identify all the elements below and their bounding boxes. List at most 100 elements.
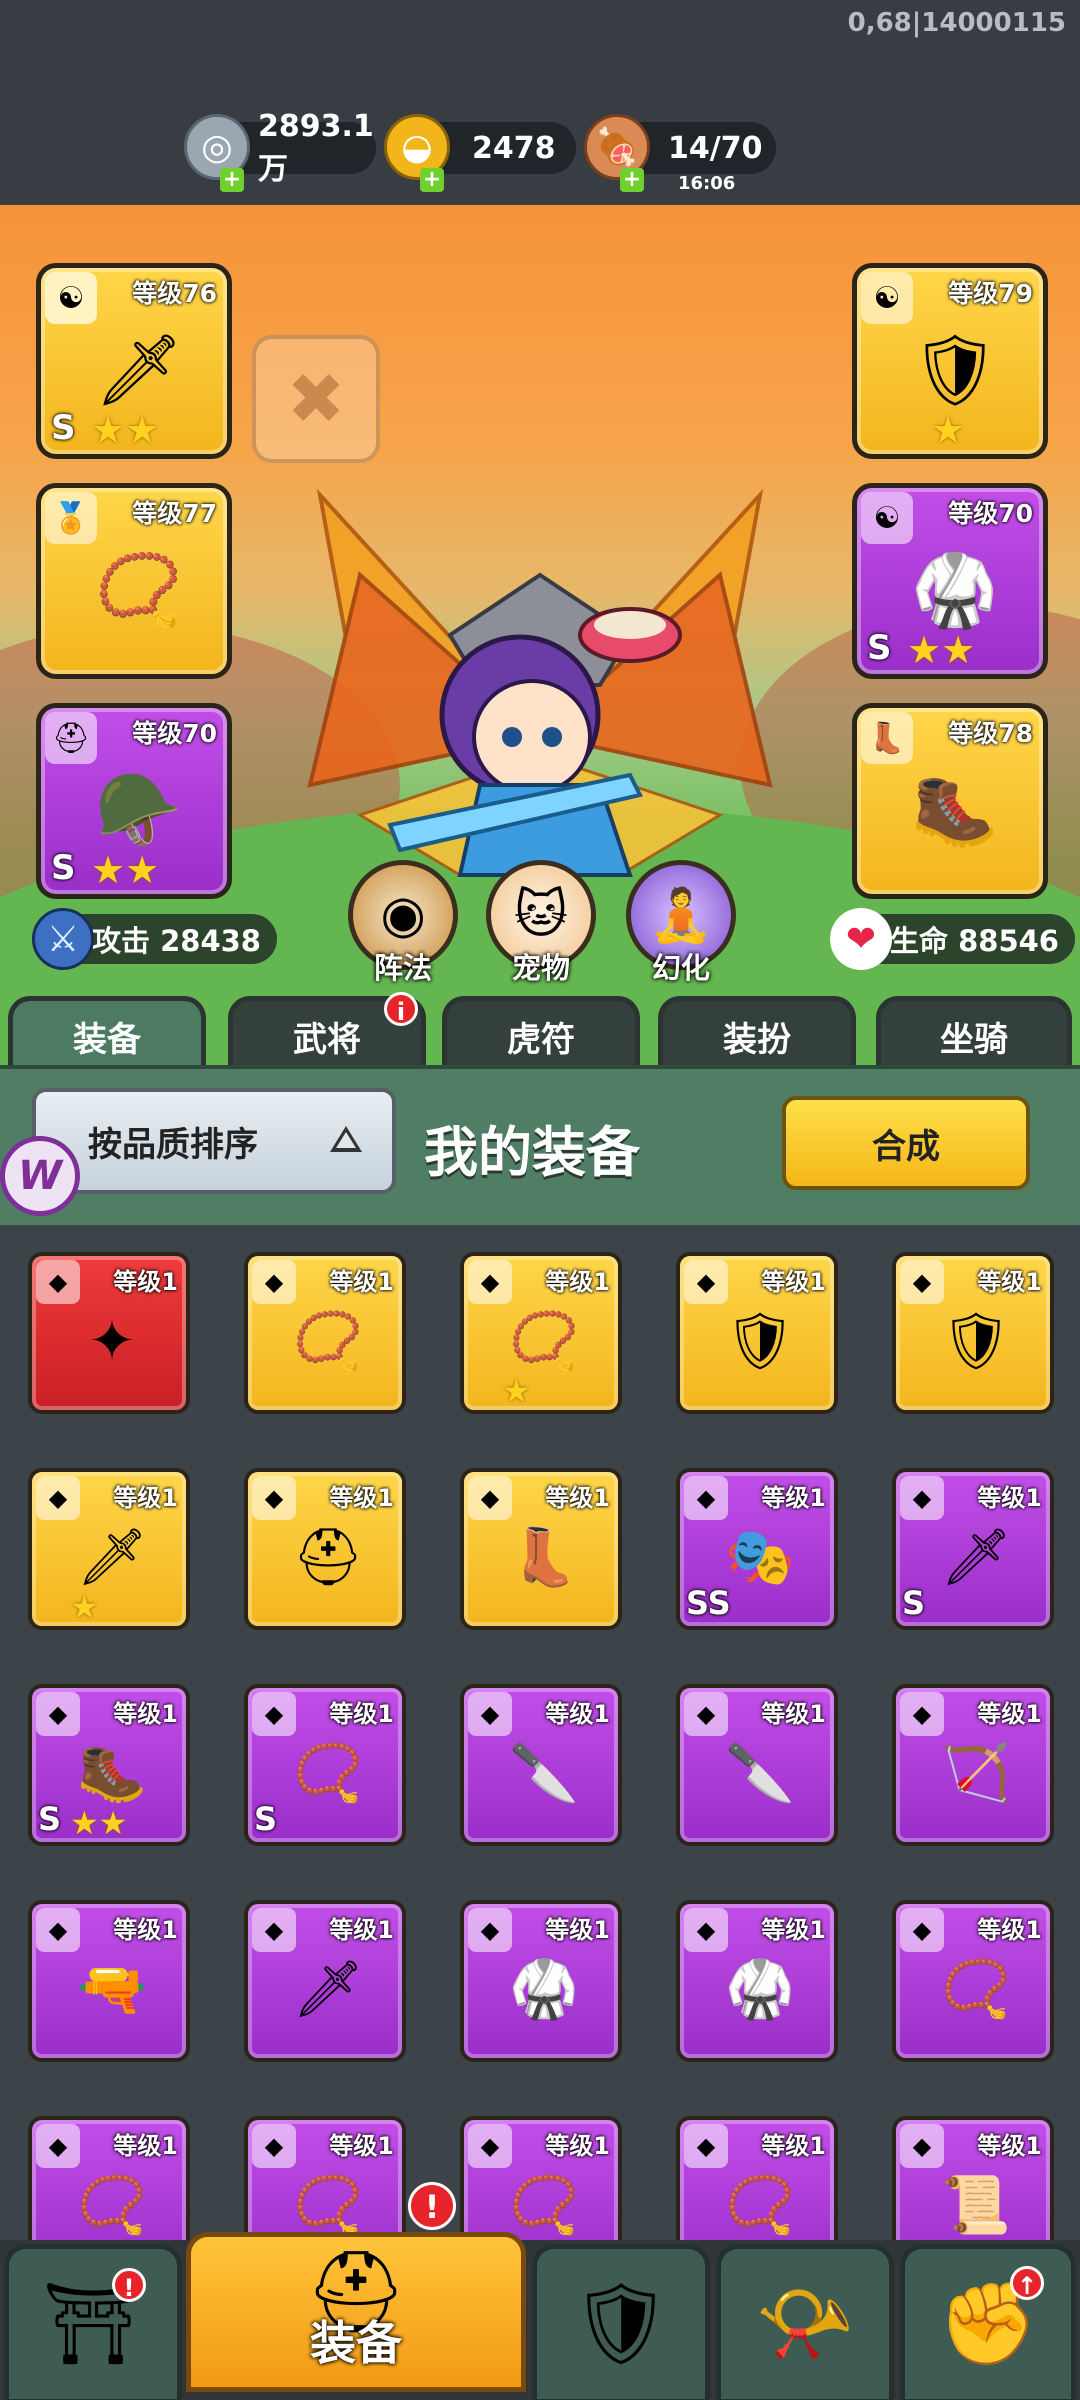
item-art-icon: 🛡 (724, 1309, 796, 1374)
inventory-item[interactable]: ◆ 等级1 📿 ★ (460, 1252, 622, 1414)
inventory-item[interactable]: ◆ 等级1 📿 (892, 1900, 1054, 2062)
inventory-item[interactable]: ◆ 等级1 🥋 (676, 1900, 838, 2062)
slot-grade: S (51, 408, 76, 448)
inventory-item[interactable]: ◆ 等级1 🛡 (892, 1252, 1054, 1414)
inventory-item[interactable]: ◆ 等级1 🔪 (676, 1684, 838, 1846)
tab-mount[interactable]: 坐骑 (876, 996, 1072, 1072)
tab-outfit[interactable]: 装扮 (658, 996, 856, 1072)
inventory-item[interactable]: ◆ 等级1 🥋 (460, 1900, 622, 2062)
inventory-item[interactable]: ◆ 等级1 🗡 (244, 1900, 406, 2062)
inventory-item[interactable]: ◆ 等级1 🗡 S (892, 1468, 1054, 1630)
equipment-nav-badge: ! (408, 2182, 456, 2230)
tab-tiger-tally[interactable]: 虎符 (442, 996, 640, 1072)
inventory-item[interactable]: ◆ 等级1 👢 (460, 1468, 622, 1630)
silver-resource[interactable]: ◎ 2893.1万 + (184, 109, 376, 192)
equip-slot-amulet[interactable]: 🏅 等级77 📿 (36, 483, 232, 679)
generals-badge: i (384, 992, 418, 1026)
nav-equipment[interactable]: ⛑ 装备 (186, 2232, 526, 2392)
slot-level: 等级78 (948, 719, 1033, 748)
inventory-item[interactable]: ◆ 等级1 ✦ (28, 1252, 190, 1414)
inventory-item[interactable]: ◆ 等级1 🥾 S ★★ (28, 1684, 190, 1846)
inventory-item[interactable]: ◆ 等级1 🗡 ★ (28, 1468, 190, 1630)
hp-stat: ❤ 生命 88546 (830, 908, 1075, 970)
item-level: 等级1 (761, 2132, 826, 2160)
item-level: 等级1 (113, 2132, 178, 2160)
boots-icon: 🥾 (911, 768, 999, 851)
stamina-timer: 16:06 (678, 173, 736, 194)
item-art-icon: 📿 (941, 1957, 1011, 2022)
sort-dropdown[interactable]: 按品质排序 (32, 1088, 396, 1194)
item-level: 等级1 (329, 2132, 394, 2160)
item-art-icon: ✦ (88, 1308, 136, 1374)
synthesize-button[interactable]: 合成 (782, 1096, 1030, 1190)
item-art-icon: 📿 (77, 2173, 147, 2238)
panel-title: 我的装备 (424, 1121, 640, 1184)
w-logo-icon[interactable]: W (0, 1136, 80, 1216)
slot-level: 等级77 (132, 499, 217, 528)
pet-cat-icon: 🐱 (513, 885, 569, 945)
top-bar: 0,68|14000115 ◎ 2893.1万 + ◒ 2478 + 🍖 14/… (0, 0, 1080, 205)
inventory-item[interactable]: ◆ 等级1 📿 (244, 1252, 406, 1414)
attack-value: 攻击 28438 (92, 924, 261, 958)
nav-horn[interactable]: 📯 (716, 2244, 894, 2400)
inventory-item[interactable]: ◆ 等级1 🛡 (676, 1252, 838, 1414)
inventory-item[interactable]: ◆ 等级1 📿 S (244, 1684, 406, 1846)
locked-slot[interactable]: ✖ (252, 335, 380, 463)
equip-slot-helmet[interactable]: ⛑ 等级70 🪖 S ★★ (36, 703, 232, 899)
nav-battle[interactable]: 🛡 (532, 2244, 710, 2400)
item-level: 等级1 (761, 1484, 826, 1512)
item-art-icon: 🗡 (292, 1957, 364, 2022)
boot-type-icon: 👢 (861, 712, 913, 764)
item-art-icon: 🛡 (940, 1309, 1012, 1374)
item-grade: S (38, 1800, 62, 1838)
item-level: 等级1 (761, 1268, 826, 1296)
item-level: 等级1 (329, 1916, 394, 1944)
inventory-item[interactable]: ◆ 等级1 🎭 SS (676, 1468, 838, 1630)
item-level: 等级1 (761, 1700, 826, 1728)
inventory-item[interactable]: ◆ 等级1 ⛑ (244, 1468, 406, 1630)
item-stars: ★★ (70, 1804, 128, 1842)
armor-icon: 🛡 (910, 328, 1000, 411)
nav-shop[interactable]: ⛩ (4, 2244, 182, 2400)
ice-sword-icon: 🗡 (94, 328, 184, 411)
inventory-item[interactable]: ◆ 等级1 🏹 (892, 1684, 1054, 1846)
nav-upgrade[interactable]: ✊ (900, 2244, 1076, 2400)
item-level: 等级1 (113, 1268, 178, 1296)
slot-stars: ★ (931, 408, 966, 452)
equip-slot-boots[interactable]: 👢 等级78 🥾 (852, 703, 1048, 899)
inventory-item[interactable]: ◆ 等级1 🔪 (460, 1684, 622, 1846)
item-level: 等级1 (113, 1700, 178, 1728)
transform-label: 幻化 (651, 951, 710, 985)
slot-grade: S (51, 848, 76, 888)
item-art-icon: ⛑ (292, 1525, 364, 1590)
formation-label: 阵法 (373, 951, 432, 985)
equip-slot-weapon[interactable]: ☯ 等级76 🗡 S ★★ (36, 263, 232, 459)
gold-add-icon[interactable]: + (420, 168, 444, 192)
silver-add-icon[interactable]: + (220, 168, 244, 192)
item-level: 等级1 (329, 1484, 394, 1512)
hp-value: 生命 88546 (890, 924, 1059, 958)
battle-shield-icon: 🛡 (570, 2277, 672, 2370)
gold-resource[interactable]: ◒ 2478 + (384, 114, 576, 192)
stamina-resource[interactable]: 🍖 14/70 16:06 + (584, 114, 776, 194)
helmet-icon: 🪖 (95, 768, 183, 851)
item-art-icon: 📿 (293, 1741, 363, 1806)
item-level: 等级1 (545, 1700, 610, 1728)
slot-level: 等级70 (132, 719, 217, 748)
item-art-icon: 📿 (725, 2173, 795, 2238)
equip-slot-chest[interactable]: ☯ 等级70 🥋 S ★★ (852, 483, 1048, 679)
item-level: 等级1 (977, 1916, 1042, 1944)
amulet-icon: 📿 (95, 548, 183, 631)
upgrade-badge: ↑ (1010, 2266, 1044, 2300)
formation-icon: ◉ (380, 885, 426, 945)
tab-equipment[interactable]: 装备 (8, 996, 206, 1072)
inventory-item[interactable]: ◆ 等级1 🔫 (28, 1900, 190, 2062)
item-level: 等级1 (977, 1484, 1042, 1512)
equip-slot-armor[interactable]: ☯ 等级79 🛡 ★ (852, 263, 1048, 459)
sword-icon: ⚔ (32, 908, 94, 970)
item-art-icon: 🥋 (725, 1957, 795, 2022)
silver-value: 2893.1万 (258, 108, 374, 187)
item-grade: S (254, 1800, 278, 1838)
item-art-icon: 📿 (293, 1309, 363, 1374)
stamina-add-icon[interactable]: + (620, 168, 644, 192)
